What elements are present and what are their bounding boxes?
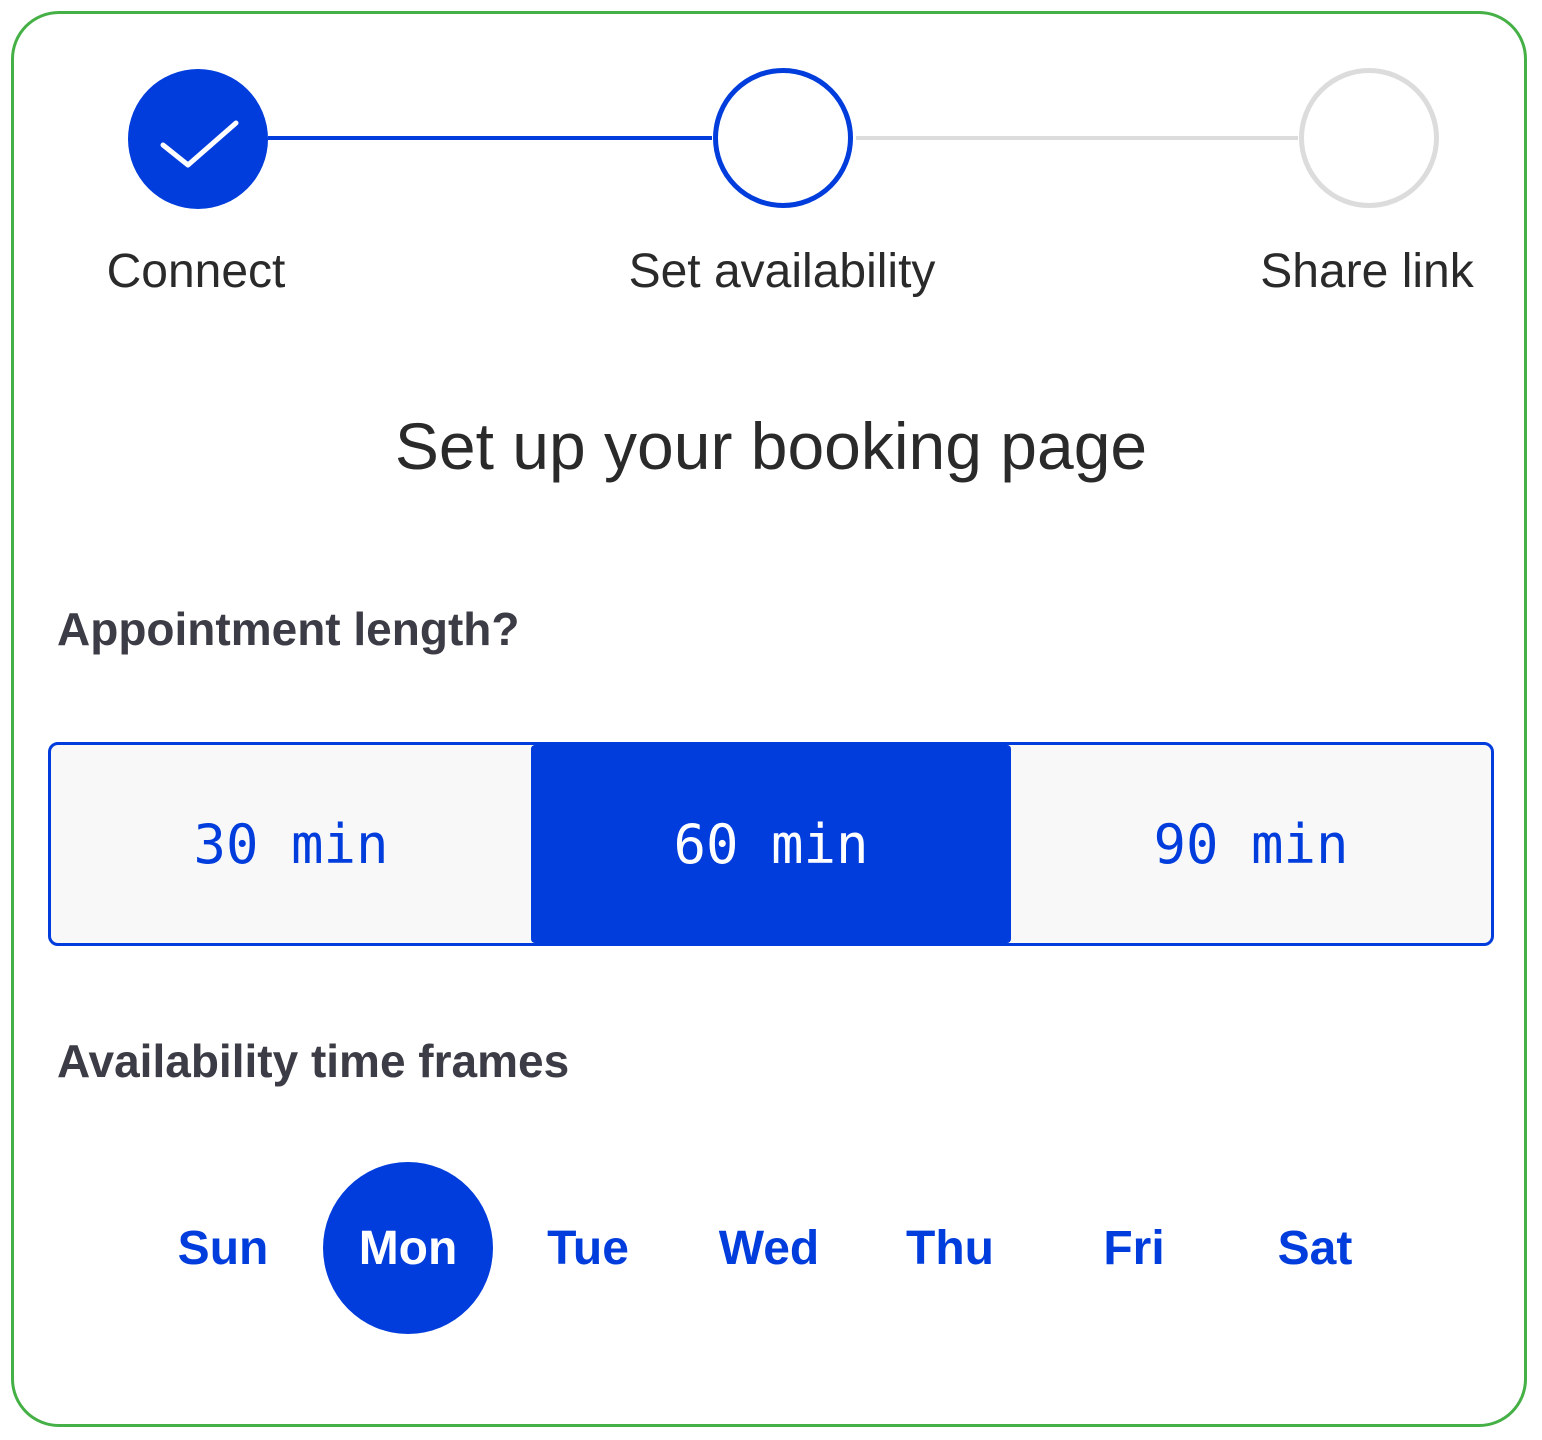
step-share-link-indicator[interactable] [1299, 68, 1439, 208]
step-connect-indicator[interactable] [128, 69, 268, 209]
appointment-length-selector: 30 min 60 min 90 min [48, 742, 1494, 946]
step-share-link-label: Share link [1260, 245, 1474, 298]
day-mon[interactable]: Mon [323, 1162, 493, 1334]
day-thu[interactable]: Thu [906, 1162, 994, 1334]
stepper-connector-pending [856, 136, 1298, 140]
day-sun[interactable]: Sun [178, 1162, 269, 1334]
option-90-min[interactable]: 90 min [1011, 745, 1491, 943]
step-connect-label: Connect [106, 245, 286, 298]
availability-time-frames-label: Availability time frames [57, 1035, 570, 1087]
check-icon [160, 120, 239, 168]
option-60-min[interactable]: 60 min [531, 745, 1011, 943]
step-set-availability-indicator[interactable] [713, 68, 853, 208]
step-set-availability-label: Set availability [628, 245, 936, 298]
page-title: Set up your booking page [394, 409, 1148, 483]
day-sat[interactable]: Sat [1278, 1162, 1353, 1334]
stepper-connector-complete [268, 136, 712, 140]
day-fri[interactable]: Fri [1103, 1162, 1164, 1334]
day-wed[interactable]: Wed [719, 1162, 819, 1334]
option-30-min[interactable]: 30 min [51, 745, 531, 943]
appointment-length-label: Appointment length? [57, 603, 520, 655]
day-tue[interactable]: Tue [547, 1162, 629, 1334]
